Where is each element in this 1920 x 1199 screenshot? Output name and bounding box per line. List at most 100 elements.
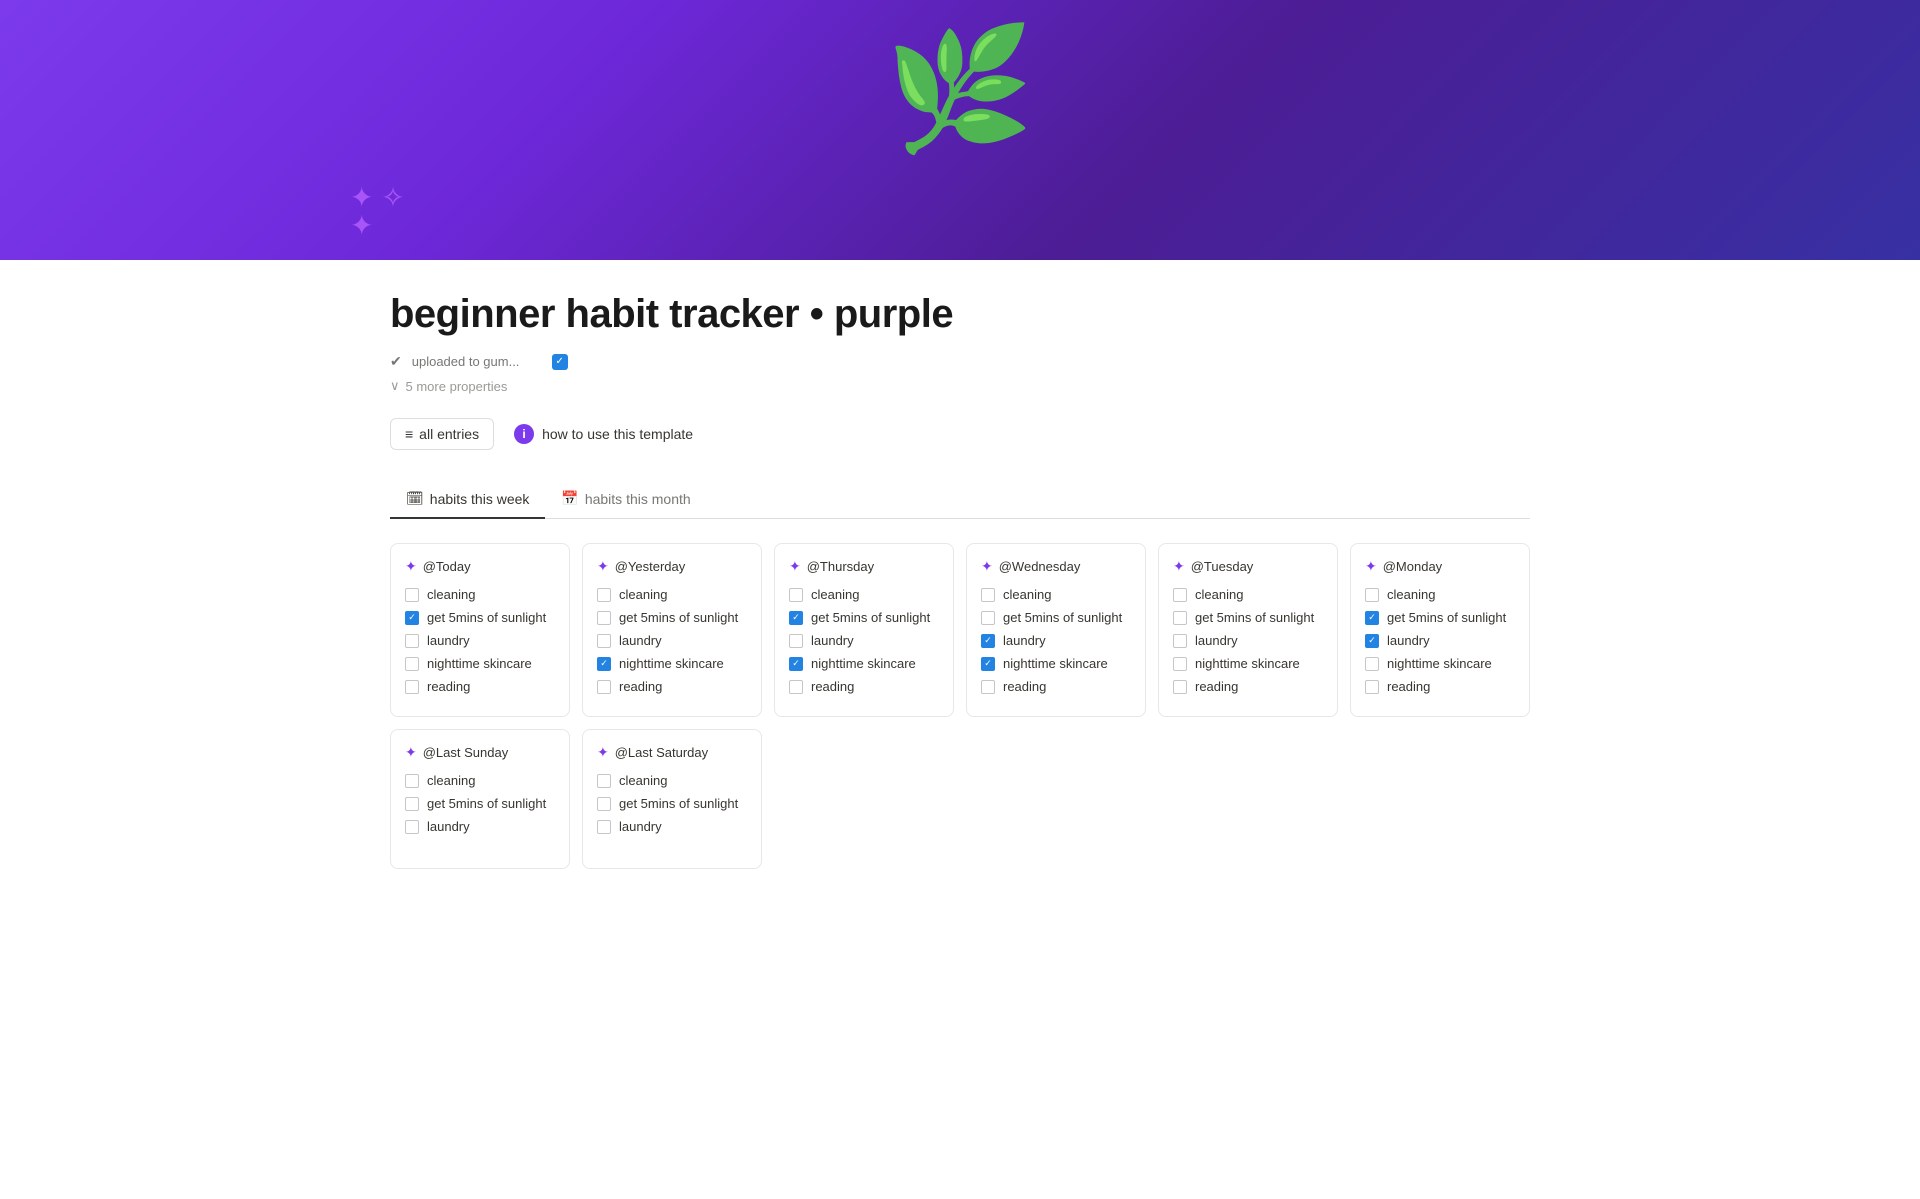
habit-checkbox-checked[interactable]: ✓ [789,657,803,671]
tabs-container: 🗓 habits this week 📅 habits this month [390,482,1530,519]
habit-item: reading [789,679,939,694]
habit-label: nighttime skincare [1195,656,1300,671]
habit-label: cleaning [427,587,475,602]
habit-item: ✓get 5mins of sunlight [405,610,555,625]
calendar-week-icon: 🗓 [406,490,424,507]
card-header: ✦@Monday [1365,558,1515,575]
habit-item: cleaning [405,773,555,788]
habit-item: reading [1365,679,1515,694]
info-icon: i [514,424,534,444]
list-icon: ≡ [405,426,413,442]
card-header: ✦@Today [405,558,555,575]
tab-habits-week[interactable]: 🗓 habits this week [390,482,545,519]
habit-item: ✓get 5mins of sunlight [1365,610,1515,625]
habit-checkbox-unchecked[interactable] [981,588,995,602]
page-title: beginner habit tracker • purple [390,292,1530,337]
habit-checkbox-unchecked[interactable] [405,634,419,648]
card-sparkle-icon: ✦ [789,558,801,575]
card-date-label: @Tuesday [1191,559,1254,574]
habit-checkbox-checked[interactable]: ✓ [981,634,995,648]
habit-item: cleaning [405,587,555,602]
calendar-month-icon: 📅 [561,490,578,507]
habit-checkbox-unchecked[interactable] [405,657,419,671]
habit-checkbox-unchecked[interactable] [405,774,419,788]
habit-checkbox-checked[interactable]: ✓ [405,611,419,625]
tab-habits-month[interactable]: 📅 habits this month [545,482,706,519]
habit-label: get 5mins of sunlight [619,796,738,811]
habit-checkbox-unchecked[interactable] [405,588,419,602]
card-header: ✦@Thursday [789,558,939,575]
habit-checkbox-unchecked[interactable] [597,797,611,811]
habit-checkbox-unchecked[interactable] [1365,680,1379,694]
habit-checkbox-unchecked[interactable] [597,611,611,625]
habit-checkbox-unchecked[interactable] [1173,588,1187,602]
habit-item: laundry [405,819,555,834]
habit-item: cleaning [597,773,747,788]
habit-label: get 5mins of sunlight [811,610,930,625]
how-to-button[interactable]: i how to use this template [514,424,693,444]
habit-checkbox-unchecked[interactable] [789,634,803,648]
habit-grid-top: ✦@Todaycleaning✓get 5mins of sunlightlau… [390,543,1530,717]
card-date-label: @Yesterday [615,559,686,574]
habit-item: laundry [597,819,747,834]
card-header: ✦@Tuesday [1173,558,1323,575]
habit-checkbox-unchecked[interactable] [789,588,803,602]
tab-week-label: habits this week [430,491,530,507]
habit-checkbox-unchecked[interactable] [789,680,803,694]
habit-item: reading [981,679,1131,694]
habit-checkbox-unchecked[interactable] [981,680,995,694]
tab-month-label: habits this month [585,491,691,507]
card-sparkle-icon: ✦ [597,558,609,575]
property-row-uploaded: ✔ uploaded to gum... ✓ [390,353,1530,370]
habit-label: cleaning [619,587,667,602]
habit-item: ✓ nighttime skincare [981,656,1131,671]
habit-item: laundry [1173,633,1323,648]
habit-card: ✦ @Last Saturday cleaning get 5mins of sunl… [582,729,762,869]
card-date-label: @Last Saturday [615,745,708,760]
habit-checkbox-checked[interactable]: ✓ [1365,634,1379,648]
habit-item: cleaning [597,587,747,602]
card-sparkle-icon: ✦ [597,744,609,761]
habit-checkbox-unchecked[interactable] [1173,611,1187,625]
page-content: beginner habit tracker • purple ✔ upload… [310,292,1610,929]
habit-item: laundry [597,633,747,648]
habit-checkbox-unchecked[interactable] [405,797,419,811]
habit-item: cleaning [981,587,1131,602]
habit-checkbox-unchecked[interactable] [597,680,611,694]
more-properties-toggle[interactable]: ∨ 5 more properties [390,378,1530,394]
all-entries-button[interactable]: ≡ all entries [390,418,494,450]
habit-label: cleaning [1195,587,1243,602]
habit-label: reading [427,679,470,694]
habit-label: laundry [1195,633,1238,648]
habit-checkbox-unchecked[interactable] [1365,657,1379,671]
habit-label: reading [1387,679,1430,694]
habit-label: reading [811,679,854,694]
habit-checkbox-unchecked[interactable] [405,820,419,834]
habit-checkbox-checked[interactable]: ✓ [981,657,995,671]
habit-checkbox-unchecked[interactable] [1173,634,1187,648]
habit-checkbox-checked[interactable]: ✓ [789,611,803,625]
habit-checkbox-unchecked[interactable] [1173,657,1187,671]
habit-item: nighttime skincare [1365,656,1515,671]
habit-checkbox-unchecked[interactable] [981,611,995,625]
habit-checkbox-unchecked[interactable] [597,820,611,834]
habit-checkbox-unchecked[interactable] [1365,588,1379,602]
habit-checkbox-checked[interactable]: ✓ [1365,611,1379,625]
habit-label: nighttime skincare [1003,656,1108,671]
habit-label: laundry [427,819,470,834]
properties-section: ✔ uploaded to gum... ✓ [390,353,1530,370]
habit-label: laundry [1003,633,1046,648]
habit-item: laundry [789,633,939,648]
habit-checkbox-unchecked[interactable] [597,774,611,788]
card-header: ✦ @Last Saturday [597,744,747,761]
habit-checkbox-unchecked[interactable] [405,680,419,694]
habit-label: nighttime skincare [427,656,532,671]
property-label: uploaded to gum... [412,354,542,369]
card-sparkle-icon: ✦ [405,744,417,761]
habit-label: laundry [619,633,662,648]
habit-checkbox-unchecked[interactable] [597,634,611,648]
habit-checkbox-unchecked[interactable] [1173,680,1187,694]
habit-checkbox-checked[interactable]: ✓ [597,657,611,671]
habit-checkbox-unchecked[interactable] [597,588,611,602]
uploaded-checkbox[interactable]: ✓ [552,354,568,370]
